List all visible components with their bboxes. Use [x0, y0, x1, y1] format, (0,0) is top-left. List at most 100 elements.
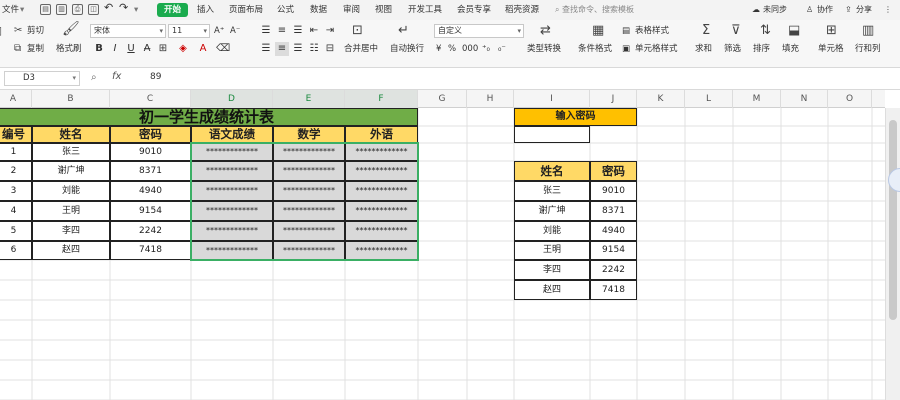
column-header-B[interactable]: B	[32, 90, 110, 108]
table-cell[interactable]: 李四	[32, 221, 110, 241]
tab-data[interactable]: 数据	[310, 3, 327, 17]
format-painter-button[interactable]: 格式刷	[56, 43, 82, 55]
tab-developer[interactable]: 开发工具	[408, 3, 442, 17]
lookup-cell[interactable]: 8371	[590, 201, 637, 221]
italic-button[interactable]: I	[108, 42, 122, 56]
table-cell[interactable]: 3	[0, 181, 32, 201]
cut-button[interactable]: 剪切	[27, 25, 44, 37]
more-options-icon[interactable]: ⋮	[884, 3, 892, 17]
sum-button[interactable]: 求和	[695, 43, 712, 55]
lookup-cell[interactable]: 9154	[590, 241, 637, 260]
font-shrink-icon[interactable]: A⁻	[230, 25, 240, 37]
currency-icon[interactable]: ¥	[436, 43, 441, 55]
print-icon[interactable]: ⎙	[72, 4, 83, 15]
align-bottom-icon[interactable]: ☰	[291, 24, 305, 38]
table-cell[interactable]: *************	[191, 241, 273, 260]
more-icon[interactable]: ▾	[134, 3, 138, 17]
table-cell[interactable]: *************	[273, 221, 345, 241]
align-right-icon[interactable]: ☰	[291, 42, 305, 56]
table-cell[interactable]: *************	[273, 201, 345, 221]
distributed-icon[interactable]: ⊟	[323, 42, 337, 56]
tab-review[interactable]: 审阅	[343, 3, 360, 17]
merge-center-button[interactable]: 合并居中	[344, 43, 378, 55]
column-header-M[interactable]: M	[733, 90, 781, 108]
font-name-select[interactable]: 宋体 ▾	[90, 24, 166, 38]
table-cell[interactable]: *************	[345, 221, 418, 241]
copy-icon[interactable]: ⧉	[14, 42, 21, 56]
number-format-select[interactable]: 自定义 ▾	[434, 24, 524, 38]
filter-button[interactable]: 筛选	[724, 43, 741, 55]
bold-button[interactable]: B	[92, 42, 106, 56]
redo-icon[interactable]: ↷	[119, 1, 128, 15]
formula-input[interactable]: 89	[150, 72, 161, 82]
table-title[interactable]: 初一学生成绩统计表	[0, 108, 418, 126]
column-header-F[interactable]: F	[345, 90, 418, 108]
merge-center-icon[interactable]: ⊡	[352, 24, 363, 38]
table-cell[interactable]: 刘能	[32, 181, 110, 201]
command-search[interactable]: ⌕ 查找命令、搜索模板	[555, 3, 665, 17]
decimal-increase-icon[interactable]: ⁺₀	[482, 43, 490, 55]
lookup-cell[interactable]: 2242	[590, 260, 637, 280]
lookup-cell[interactable]: 王明	[514, 241, 590, 260]
cell-button[interactable]: 单元格	[818, 43, 844, 55]
table-cell[interactable]: *************	[345, 161, 418, 181]
table-cell[interactable]: 2	[0, 161, 32, 181]
export-icon[interactable]: ▥	[56, 4, 67, 15]
table-cell[interactable]: 赵四	[32, 241, 110, 260]
tab-docer[interactable]: 稻壳资源	[505, 3, 539, 17]
indent-decrease-icon[interactable]: ⇤	[307, 24, 321, 38]
decimal-decrease-icon[interactable]: ₀⁻	[498, 43, 506, 55]
conditional-format-icon[interactable]: ▦	[592, 24, 604, 38]
table-style-button[interactable]: 表格样式	[635, 25, 669, 37]
wrap-text-icon[interactable]: ↵	[398, 24, 409, 38]
font-grow-icon[interactable]: A⁺	[214, 25, 224, 37]
lookup-header-cell[interactable]: 密码	[590, 161, 637, 181]
password-input[interactable]	[514, 126, 590, 143]
preview-icon[interactable]: ◫	[88, 4, 99, 15]
table-style-icon[interactable]: ▤	[622, 25, 630, 37]
table-cell[interactable]: 7418	[110, 241, 191, 260]
underline-button[interactable]: U	[124, 42, 138, 56]
table-header-cell[interactable]: 语文成绩	[191, 126, 273, 143]
column-header-N[interactable]: N	[781, 90, 828, 108]
percent-button[interactable]: %	[448, 43, 456, 55]
fx-button[interactable]: fx	[112, 71, 121, 82]
cell-style-icon[interactable]: ▣	[622, 43, 630, 55]
table-cell[interactable]: *************	[191, 161, 273, 181]
table-cell[interactable]: 张三	[32, 143, 110, 161]
spreadsheet-grid[interactable]: ABCDEFGHIJKLMNO 初一学生成绩统计表 编号 姓名 密码 语文成绩 数学 外语 1…	[0, 90, 885, 400]
align-middle-icon[interactable]: ≡	[275, 24, 289, 38]
chevron-down-icon[interactable]: ▾	[20, 3, 24, 17]
lookup-cell[interactable]: 李四	[514, 260, 590, 280]
copy-button[interactable]: 复制	[27, 43, 44, 55]
lookup-cell[interactable]: 张三	[514, 181, 590, 201]
justify-icon[interactable]: ☷	[307, 42, 321, 56]
table-cell[interactable]: 王明	[32, 201, 110, 221]
scissors-icon[interactable]: ✂	[14, 24, 22, 38]
lookup-cell[interactable]: 7418	[590, 280, 637, 300]
eraser-icon[interactable]: ⌫	[216, 42, 230, 56]
table-cell[interactable]: *************	[273, 181, 345, 201]
tab-insert[interactable]: 插入	[197, 3, 214, 17]
table-header-cell[interactable]: 姓名	[32, 126, 110, 143]
table-cell[interactable]: *************	[273, 143, 345, 161]
collab-button[interactable]: 协作	[817, 3, 833, 17]
table-cell[interactable]: 8371	[110, 161, 191, 181]
thousand-separator-button[interactable]: 000	[462, 43, 478, 55]
collab-icon[interactable]: ♙	[806, 3, 813, 17]
cell-style-button[interactable]: 单元格样式	[635, 43, 678, 55]
lookup-cell[interactable]: 谢广坤	[514, 201, 590, 221]
password-label[interactable]: 输入密码	[514, 108, 637, 126]
column-header-O[interactable]: O	[828, 90, 872, 108]
column-header-C[interactable]: C	[110, 90, 191, 108]
table-cell[interactable]: 4	[0, 201, 32, 221]
save-icon[interactable]: ▤	[40, 4, 51, 15]
menu-file[interactable]: 文件	[2, 3, 19, 17]
share-button[interactable]: 分享	[856, 3, 872, 17]
scrollbar-thumb[interactable]	[889, 120, 897, 320]
sum-icon[interactable]: Σ	[702, 24, 710, 38]
column-header-G[interactable]: G	[418, 90, 467, 108]
column-header-I[interactable]: I	[514, 90, 590, 108]
table-cell[interactable]: *************	[345, 143, 418, 161]
column-header-H[interactable]: H	[467, 90, 514, 108]
